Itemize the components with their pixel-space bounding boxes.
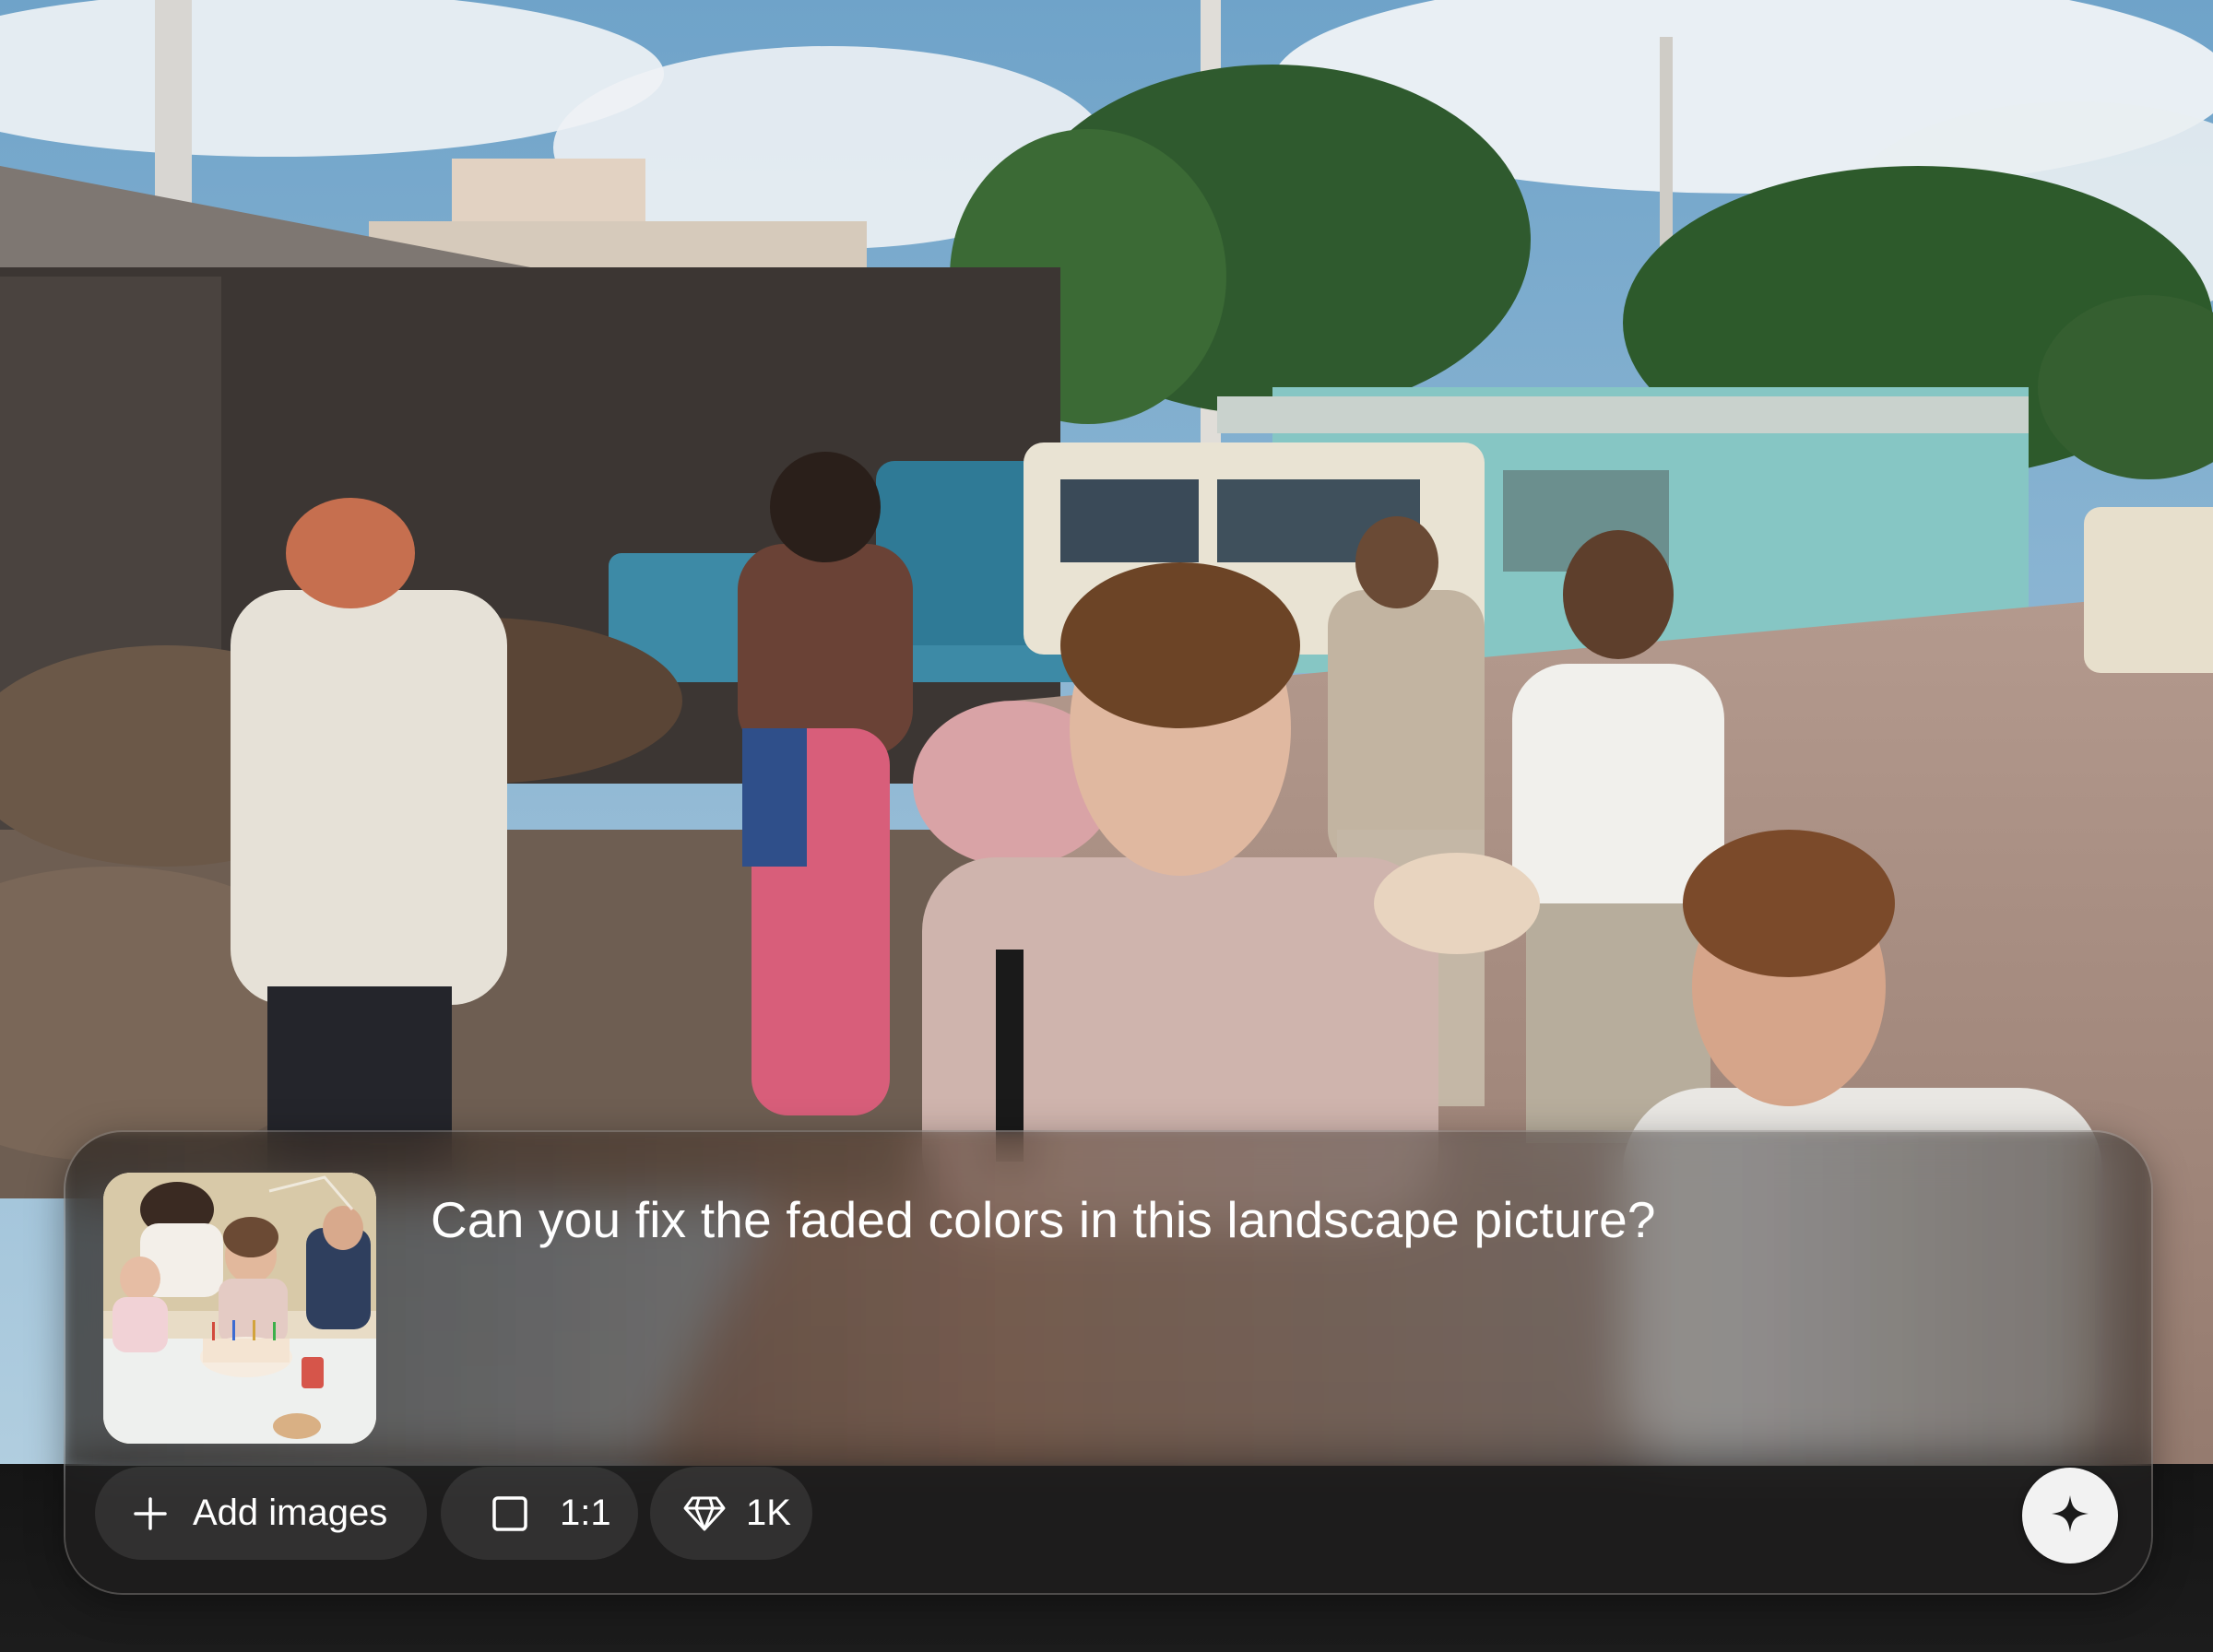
- generate-button[interactable]: [2022, 1468, 2118, 1564]
- prompt-text[interactable]: Can you fix the faded colors in this lan…: [431, 1186, 2090, 1253]
- resolution-label: 1K: [746, 1493, 791, 1533]
- blurred-backdrop: [65, 1132, 2151, 1466]
- add-images-label: Add images: [193, 1493, 388, 1533]
- resolution-button[interactable]: 1K: [650, 1467, 812, 1560]
- aspect-ratio-label: 1:1: [560, 1493, 611, 1533]
- square-icon: [491, 1495, 528, 1532]
- diamond-icon: [683, 1495, 726, 1532]
- sparkle-icon: [2050, 1493, 2090, 1539]
- aspect-ratio-button[interactable]: 1:1: [441, 1467, 638, 1560]
- photo-thumbnail-icon: [103, 1173, 376, 1444]
- attached-image-thumbnail[interactable]: [103, 1173, 376, 1444]
- add-images-button[interactable]: Add images: [95, 1467, 427, 1560]
- plus-icon: [132, 1495, 169, 1532]
